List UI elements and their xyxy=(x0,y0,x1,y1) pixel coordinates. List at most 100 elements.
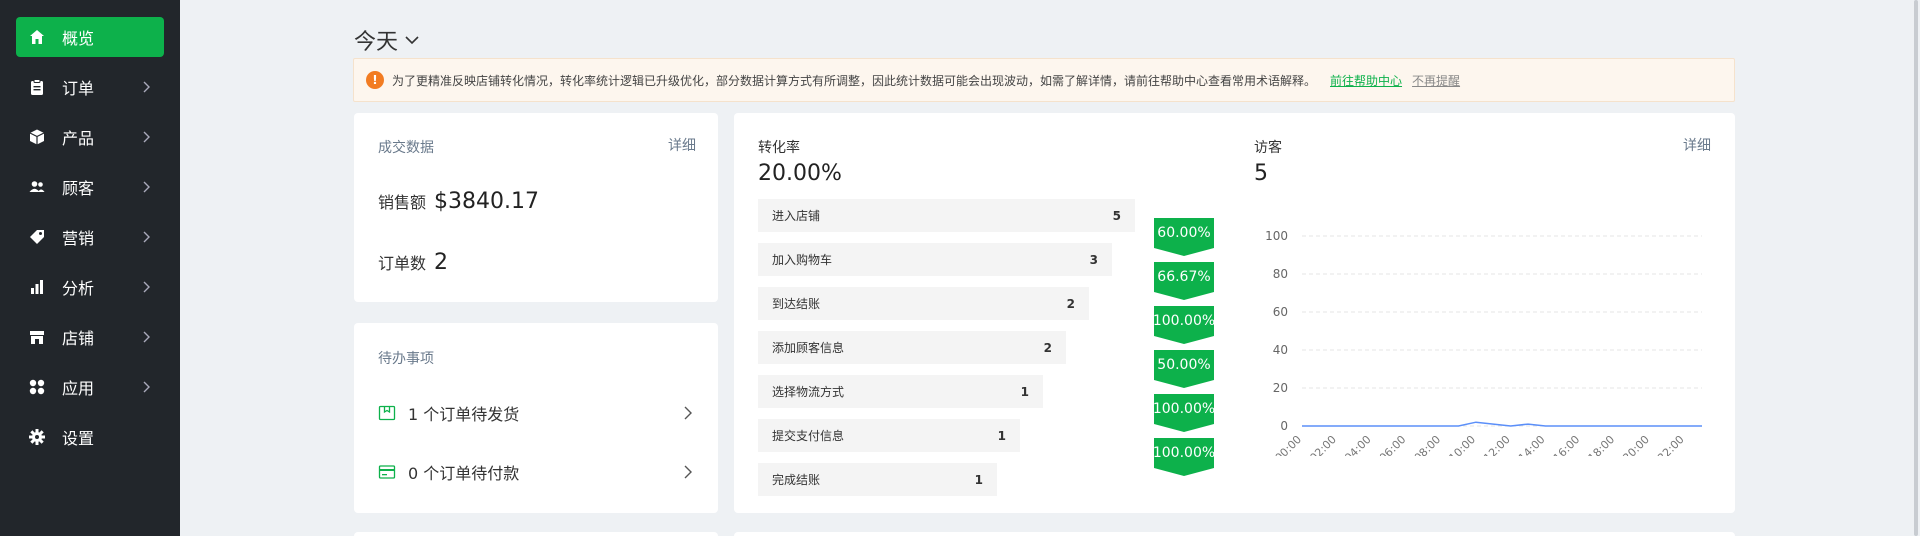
x-tick-label: 12:00 xyxy=(1481,433,1513,456)
funnel-step-count: 1 xyxy=(974,472,983,487)
sidebar-item-overview[interactable]: 概览 xyxy=(16,17,164,57)
funnel-rate-badge: 66.67% xyxy=(1154,262,1214,302)
x-tick-label: 18:00 xyxy=(1586,433,1618,456)
sidebar-item-orders[interactable]: 订单 xyxy=(16,67,164,107)
bar-chart-icon xyxy=(28,278,46,296)
funnel-step-label: 进入店铺 xyxy=(772,209,821,223)
todo-item-unshipped[interactable]: 1 个订单待发货 xyxy=(378,399,694,427)
funnel-step-count: 3 xyxy=(1089,252,1098,267)
chevron-right-icon xyxy=(138,279,154,295)
chevron-down-icon xyxy=(405,36,419,45)
chevron-right-icon xyxy=(138,129,154,145)
date-range-select[interactable]: 今天 xyxy=(354,24,420,56)
x-tick-label: 02:00 xyxy=(1307,433,1339,456)
funnel-rate-badge: 60.00% xyxy=(1154,218,1214,258)
box-icon xyxy=(28,128,46,146)
notice-text: 为了更精准反映店铺转化情况，转化率统计逻辑已升级优化，部分数据计算方式有所调整，… xyxy=(392,73,1317,88)
visitors-series-line xyxy=(1302,421,1702,427)
x-tick-label: 22:00 xyxy=(1655,433,1687,456)
y-tick-label: 40 xyxy=(1273,343,1288,357)
sales-card: 成交数据 详细 销售额 $3840.17 订单数 2 xyxy=(354,113,718,302)
todo-title: 待办事项 xyxy=(378,351,434,367)
sales-detail-link[interactable]: 详细 xyxy=(668,135,696,155)
sidebar-item-store[interactable]: 店铺 xyxy=(16,317,164,357)
funnel-step: 加入购物车 3 xyxy=(758,243,1112,276)
funnel-rate-value: 100.00% xyxy=(1153,394,1215,424)
funnel-step: 选择物流方式 1 xyxy=(758,375,1043,408)
sidebar-item-label: 设置 xyxy=(62,429,95,448)
y-tick-label: 0 xyxy=(1280,419,1288,433)
x-tick-label: 04:00 xyxy=(1342,433,1374,456)
funnel-step-label: 加入购物车 xyxy=(772,253,833,267)
scrollbar-thumb[interactable] xyxy=(1914,0,1918,536)
main-content: 今天 ! 为了更精准反映店铺转化情况，转化率统计逻辑已升级优化，部分数据计算方式… xyxy=(180,0,1920,536)
credit-card-icon xyxy=(378,463,396,481)
sidebar-item-label: 营销 xyxy=(62,229,95,248)
todo-item-text: 0 个订单待付款 xyxy=(408,464,520,483)
funnel-rate-badge: 50.00% xyxy=(1154,350,1214,390)
funnel-rate-value: 100.00% xyxy=(1153,438,1215,468)
sidebar-item-settings[interactable]: 设置 xyxy=(16,417,164,457)
funnel-step: 添加顾客信息 2 xyxy=(758,331,1066,364)
x-tick-label: 00:00 xyxy=(1273,433,1305,456)
warning-icon: ! xyxy=(366,71,384,89)
funnel-rate-value: 66.67% xyxy=(1154,262,1214,292)
users-icon xyxy=(28,178,46,196)
funnel-step-label: 完成结账 xyxy=(772,473,821,487)
revenue-label: 销售额 xyxy=(378,193,427,212)
orders-metric: 订单数 2 xyxy=(378,250,448,275)
funnel-step-count: 2 xyxy=(1043,340,1052,355)
sidebar-item-label: 店铺 xyxy=(62,329,95,348)
funnel-rate-badge: 100.00% xyxy=(1153,394,1215,434)
orders-value: 2 xyxy=(434,250,449,275)
sidebar-item-products[interactable]: 产品 xyxy=(16,117,164,157)
funnel-step-count: 1 xyxy=(997,428,1006,443)
chevron-right-icon xyxy=(138,179,154,195)
visitors-title: 访客 xyxy=(1254,140,1282,156)
store-icon xyxy=(28,328,46,346)
conversion-value: 20.00% xyxy=(758,161,842,186)
notice-banner: ! 为了更精准反映店铺转化情况，转化率统计逻辑已升级优化，部分数据计算方式有所调… xyxy=(353,58,1735,102)
sales-title: 成交数据 xyxy=(378,140,434,156)
y-tick-label: 100 xyxy=(1265,229,1288,243)
x-tick-label: 16:00 xyxy=(1551,433,1583,456)
sidebar: 概览 订单 产品 顾客 营销 分析 店铺 应用 设置 xyxy=(0,0,180,536)
funnel-step: 完成结账 1 xyxy=(758,463,997,496)
next-card-left xyxy=(354,532,718,536)
next-card-right xyxy=(734,532,1735,536)
todo-card: 待办事项 1 个订单待发货 0 个订单待付款 xyxy=(354,323,718,513)
chevron-right-icon xyxy=(138,229,154,245)
sidebar-item-customers[interactable]: 顾客 xyxy=(16,167,164,207)
revenue-metric: 销售额 $3840.17 xyxy=(378,189,539,214)
y-tick-label: 80 xyxy=(1273,267,1288,281)
sidebar-item-label: 概览 xyxy=(62,29,95,48)
revenue-value: $3840.17 xyxy=(434,189,539,214)
funnel-rate-badge: 100.00% xyxy=(1153,306,1215,346)
conversion-title: 转化率 xyxy=(758,140,800,156)
orders-label: 订单数 xyxy=(378,254,427,273)
dismiss-notice-link[interactable]: 不再提醒 xyxy=(1412,72,1460,89)
funnel-rate-value: 50.00% xyxy=(1154,350,1214,380)
tag-icon xyxy=(28,228,46,246)
funnel-step-count: 1 xyxy=(1020,384,1029,399)
todo-item-unpaid[interactable]: 0 个订单待付款 xyxy=(378,458,694,486)
sidebar-item-apps[interactable]: 应用 xyxy=(16,367,164,407)
sidebar-item-marketing[interactable]: 营销 xyxy=(16,217,164,257)
funnel-step: 进入店铺 5 xyxy=(758,199,1135,232)
sidebar-item-label: 分析 xyxy=(62,279,95,298)
visitors-value: 5 xyxy=(1254,161,1268,186)
sidebar-item-analytics[interactable]: 分析 xyxy=(16,267,164,307)
x-tick-label: 10:00 xyxy=(1446,433,1478,456)
funnel-rate-value: 100.00% xyxy=(1153,306,1215,336)
funnel-step-label: 提交支付信息 xyxy=(772,429,845,443)
clipboard-icon xyxy=(28,78,46,96)
conversion-card: 转化率 20.00% 进入店铺 5 加入购物车 3 到达结账 2 添加顾客信息 2 选择物流方式… xyxy=(734,113,1735,513)
funnel-step-label: 添加顾客信息 xyxy=(772,341,845,355)
apps-icon xyxy=(28,378,46,396)
home-icon xyxy=(28,28,46,46)
todo-item-text: 1 个订单待发货 xyxy=(408,405,520,424)
funnel-step: 提交支付信息 1 xyxy=(758,419,1020,452)
funnel-step: 到达结账 2 xyxy=(758,287,1089,320)
visitors-detail-link[interactable]: 详细 xyxy=(1683,135,1711,155)
help-center-link[interactable]: 前往帮助中心 xyxy=(1330,72,1402,89)
